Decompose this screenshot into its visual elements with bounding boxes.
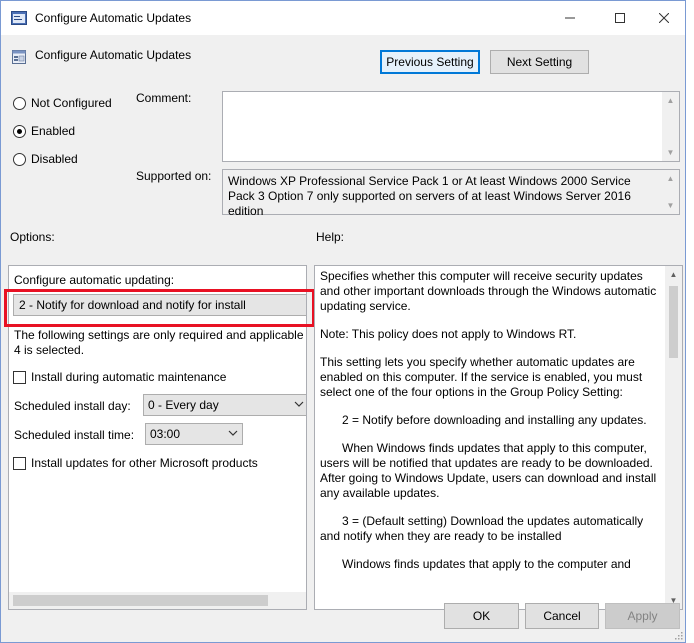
comment-label: Comment: <box>136 91 192 105</box>
apply-button[interactable]: Apply <box>605 603 680 629</box>
help-text: Specifies whether this computer will rec… <box>320 269 664 585</box>
install-day-label: Scheduled install day: <box>14 399 131 413</box>
minimize-button[interactable] <box>547 1 593 35</box>
install-maintenance-label: Install during automatic maintenance <box>31 370 227 384</box>
resize-grip-icon[interactable] <box>673 630 683 640</box>
title-bar[interactable]: Configure Automatic Updates <box>1 1 685 35</box>
configure-label: Configure automatic updating: <box>14 273 175 287</box>
help-paragraph: When Windows finds updates that apply to… <box>320 441 657 500</box>
install-day-dropdown[interactable]: 0 - Every day <box>143 394 306 416</box>
supported-label: Supported on: <box>136 169 212 183</box>
radio-enabled[interactable]: Enabled <box>13 124 75 138</box>
radio-circle[interactable] <box>13 152 26 166</box>
install-day-value: 0 - Every day <box>148 398 219 412</box>
supported-scrollbar[interactable]: ▲ ▼ <box>662 170 679 214</box>
other-products-checkbox[interactable] <box>13 456 26 470</box>
scroll-up-icon[interactable]: ▲ <box>662 92 679 109</box>
install-maintenance-checkbox[interactable] <box>13 370 26 384</box>
scroll-down-icon[interactable]: ▼ <box>662 197 679 214</box>
next-setting-button[interactable]: Next Setting <box>490 50 589 74</box>
supported-field: Windows XP Professional Service Pack 1 o… <box>222 169 680 218</box>
help-paragraph: Windows finds updates that apply to the … <box>342 557 631 571</box>
background-strip <box>686 0 694 643</box>
scroll-down-icon[interactable]: ▼ <box>662 144 679 161</box>
radio-circle[interactable] <box>13 96 26 110</box>
maximize-button[interactable] <box>597 1 643 35</box>
other-products-label: Install updates for other Microsoft prod… <box>31 456 258 470</box>
window-title: Configure Automatic Updates <box>35 11 192 25</box>
help-paragraph: 2 = Notify before downloading and instal… <box>342 413 647 427</box>
comment-field[interactable]: ▲ ▼ <box>222 91 680 162</box>
radio-circle[interactable] <box>13 124 26 138</box>
chevron-down-icon <box>228 430 238 436</box>
help-pane: Specifies whether this computer will rec… <box>314 265 683 610</box>
policy-icon <box>11 11 27 25</box>
close-icon <box>659 13 669 23</box>
install-time-dropdown[interactable]: 03:00 <box>145 423 243 445</box>
scroll-up-icon[interactable]: ▲ <box>662 170 679 187</box>
dialog-window: Configure Automatic Updates Configure Au… <box>0 0 686 643</box>
scroll-thumb[interactable] <box>669 286 678 358</box>
radio-disabled[interactable]: Disabled <box>13 152 78 166</box>
help-paragraph: Note: This policy does not apply to Wind… <box>320 327 577 341</box>
setting-icon <box>12 50 26 64</box>
supported-value: Windows XP Professional Service Pack 1 o… <box>228 174 631 218</box>
help-paragraph: 3 = (Default setting) Download the updat… <box>320 514 644 543</box>
options-title: Options: <box>10 230 55 244</box>
install-maintenance-option[interactable]: Install during automatic maintenance <box>13 370 226 384</box>
highlight-box <box>4 289 315 327</box>
maximize-icon <box>615 13 625 23</box>
chevron-down-icon <box>294 401 304 407</box>
close-button[interactable] <box>641 1 687 35</box>
cancel-button[interactable]: Cancel <box>525 603 599 629</box>
setting-title: Configure Automatic Updates <box>35 48 192 62</box>
radio-not-configured[interactable]: Not Configured <box>13 96 112 110</box>
help-paragraph: Specifies whether this computer will rec… <box>320 269 657 313</box>
previous-setting-button[interactable]: Previous Setting <box>380 50 480 74</box>
install-time-value: 03:00 <box>150 427 181 441</box>
options-hscrollbar[interactable] <box>9 592 306 609</box>
help-title: Help: <box>316 230 345 244</box>
radio-label: Disabled <box>31 152 78 166</box>
ok-button[interactable]: OK <box>444 603 519 629</box>
comment-scrollbar[interactable]: ▲ ▼ <box>662 92 679 161</box>
help-scrollbar[interactable]: ▲ ▼ <box>665 266 682 609</box>
radio-label: Enabled <box>31 124 76 138</box>
scroll-up-icon[interactable]: ▲ <box>665 266 682 283</box>
scroll-thumb[interactable] <box>13 595 268 606</box>
radio-label: Not Configured <box>31 96 112 110</box>
install-time-label: Scheduled install time: <box>14 428 135 442</box>
other-products-option[interactable]: Install updates for other Microsoft prod… <box>13 456 258 470</box>
help-paragraph: This setting lets you specify whether au… <box>320 355 643 399</box>
minimize-icon <box>565 17 575 19</box>
options-note: The following settings are only required… <box>14 328 307 357</box>
